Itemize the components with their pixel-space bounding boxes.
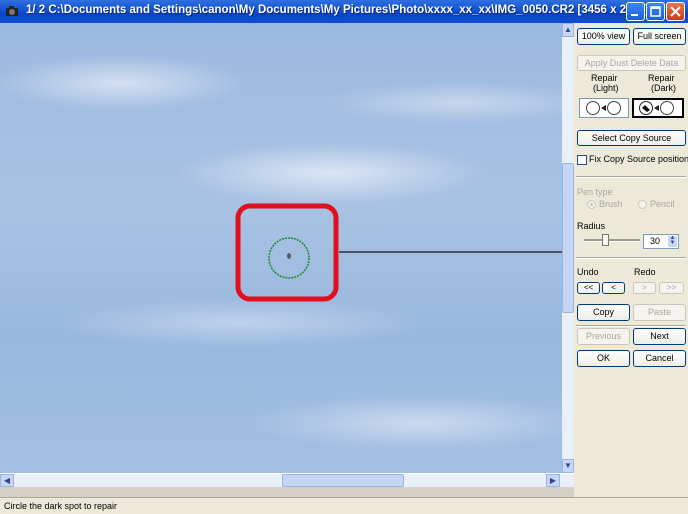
status-bar: Circle the dark spot to repair (0, 497, 688, 514)
tool-panel: 100% view Full screen Apply Dust Delete … (574, 23, 688, 497)
maximize-button[interactable] (646, 2, 665, 21)
divider (576, 176, 686, 178)
undo-button[interactable]: < (602, 282, 625, 294)
repair-light-label: Repair (591, 73, 618, 83)
radius-spinner[interactable]: 30 ▲ ▼ (643, 234, 679, 249)
repair-dark-tool[interactable] (632, 98, 684, 118)
100-percent-view-button[interactable]: 100% view (577, 28, 630, 45)
title-bar: 1/ 2 C:\Documents and Settings\canon\My … (0, 0, 688, 23)
app-icon (6, 6, 18, 16)
maximize-icon (650, 6, 661, 17)
brush-label: Brush (599, 199, 623, 209)
minimize-button[interactable] (626, 2, 645, 21)
highlight-box (235, 203, 339, 302)
minimize-icon (631, 14, 638, 16)
window-title: 1/ 2 C:\Documents and Settings\canon\My … (26, 4, 650, 16)
redo-label: Redo (634, 267, 656, 277)
divider (576, 325, 686, 327)
horizontal-scrollbar[interactable]: ◀ ▶ (0, 473, 574, 487)
full-screen-button[interactable]: Full screen (633, 28, 686, 45)
radius-label: Radius (577, 221, 606, 231)
scroll-right-icon[interactable]: ▶ (546, 474, 560, 487)
fix-copy-source-checkbox[interactable] (577, 155, 587, 165)
copy-button[interactable]: Copy (577, 304, 630, 321)
scroll-down-icon[interactable]: ▼ (562, 459, 574, 473)
next-button[interactable]: Next (633, 328, 686, 345)
pen-type-label: Pen type (577, 187, 613, 197)
repair-dark-label: Repair (648, 73, 675, 83)
horizontal-scroll-thumb[interactable] (282, 474, 404, 487)
repair-light-icon (586, 101, 621, 115)
undo-label: Undo (577, 267, 599, 277)
fix-copy-source-label: Fix Copy Source position (589, 154, 688, 164)
pencil-label: Pencil (650, 199, 675, 209)
previous-button[interactable]: Previous (577, 328, 630, 345)
radius-slider-track (584, 239, 640, 242)
annotation-overlay (235, 203, 562, 302)
redo-button[interactable]: > (633, 282, 656, 294)
pencil-radio[interactable] (638, 200, 647, 209)
undo-all-button[interactable]: << (577, 282, 600, 294)
redo-all-button[interactable]: >> (659, 282, 684, 294)
radius-value[interactable]: 30 (650, 236, 660, 246)
dust-spot (287, 253, 291, 259)
radius-slider-thumb[interactable] (602, 234, 609, 246)
brush-radio[interactable] (587, 200, 596, 209)
repair-dark-icon (639, 101, 674, 115)
close-button[interactable] (666, 2, 685, 21)
apply-dust-delete-data-button[interactable]: Apply Dust Delete Data (577, 55, 686, 71)
radius-slider[interactable] (584, 234, 640, 246)
divider (576, 257, 686, 259)
image-canvas[interactable] (0, 23, 562, 473)
ok-button[interactable]: OK (577, 350, 630, 367)
cancel-button[interactable]: Cancel (633, 350, 686, 367)
close-icon (670, 6, 681, 17)
status-text: Circle the dark spot to repair (4, 501, 118, 511)
paste-button[interactable]: Paste (633, 304, 686, 321)
vertical-scroll-thumb[interactable] (562, 163, 574, 313)
scroll-left-icon[interactable]: ◀ (0, 474, 14, 487)
spinner-arrows-icon[interactable]: ▲ ▼ (668, 235, 677, 247)
select-copy-source-button[interactable]: Select Copy Source (577, 130, 686, 146)
repair-dark-sub-label: (Dark) (651, 83, 676, 93)
vertical-scrollbar[interactable]: ▲ ▼ (562, 23, 574, 473)
scroll-up-icon[interactable]: ▲ (562, 23, 574, 37)
repair-light-sub-label: (Light) (593, 83, 619, 93)
repair-light-tool[interactable] (579, 98, 629, 118)
